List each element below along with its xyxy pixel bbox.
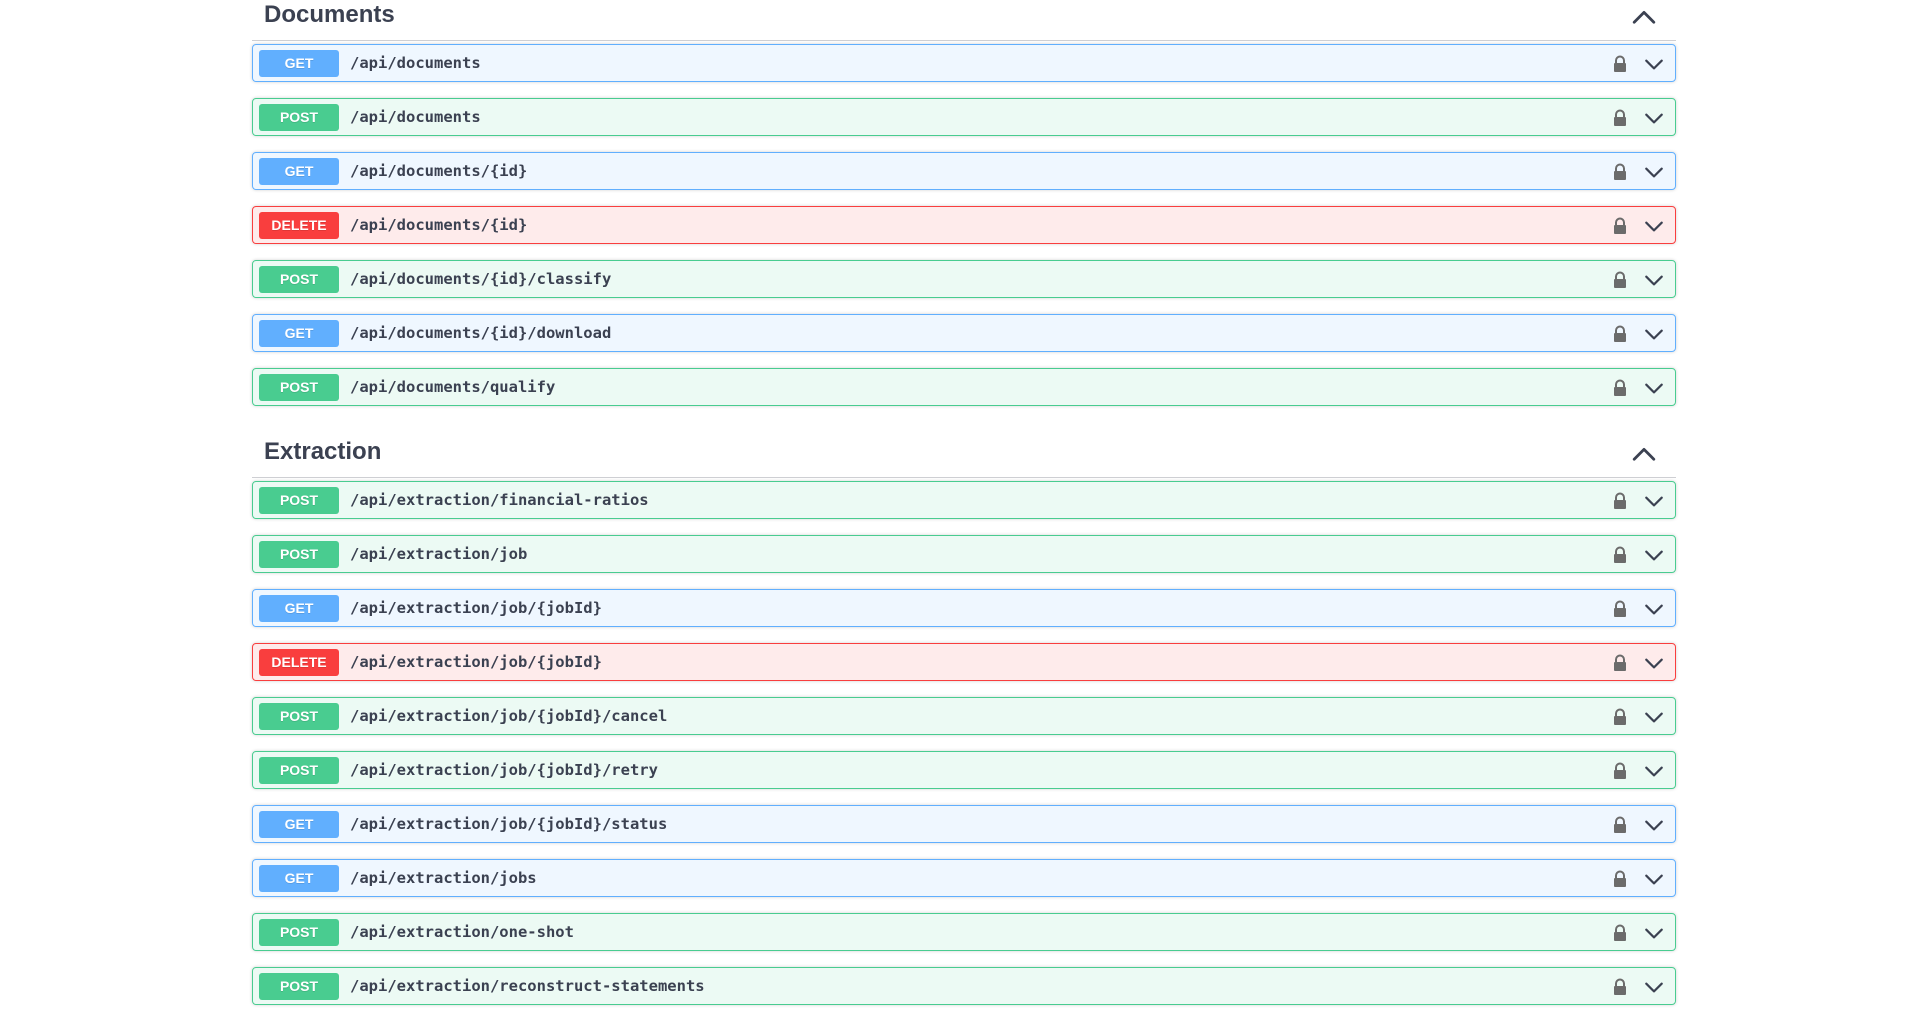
lock-icon[interactable] bbox=[1610, 54, 1630, 74]
method-badge: POST bbox=[259, 541, 339, 568]
lock-icon[interactable] bbox=[1610, 923, 1630, 943]
lock-icon[interactable] bbox=[1610, 707, 1630, 727]
lock-icon[interactable] bbox=[1610, 491, 1630, 511]
operation-path: /api/documents/{id} bbox=[350, 162, 528, 180]
operation-row-post[interactable]: POST/api/extraction/job bbox=[252, 535, 1676, 573]
chevron-down-icon[interactable] bbox=[1643, 377, 1665, 399]
operation-path: /api/documents/{id}/download bbox=[350, 324, 612, 342]
tag-title: Extraction bbox=[264, 438, 382, 465]
operation-path: /api/extraction/one-shot bbox=[350, 923, 574, 941]
chevron-down-icon[interactable] bbox=[1643, 976, 1665, 998]
method-badge: POST bbox=[259, 757, 339, 784]
chevron-down-icon[interactable] bbox=[1643, 490, 1665, 512]
chevron-down-icon[interactable] bbox=[1643, 544, 1665, 566]
operation-row-get[interactable]: GET/api/extraction/job/{jobId} bbox=[252, 589, 1676, 627]
chevron-up-icon[interactable] bbox=[1630, 441, 1658, 469]
tag-section-documents: Documents GET/api/documents POST/api/docum… bbox=[252, 0, 1676, 422]
operation-row-post[interactable]: POST/api/extraction/financial-ratios bbox=[252, 481, 1676, 519]
operation-row-get[interactable]: GET/api/extraction/job/{jobId}/status bbox=[252, 805, 1676, 843]
chevron-down-icon[interactable] bbox=[1643, 598, 1665, 620]
lock-icon[interactable] bbox=[1610, 653, 1630, 673]
operation-row-get[interactable]: GET/api/documents/{id}/download bbox=[252, 314, 1676, 352]
operation-row-post[interactable]: POST/api/documents/qualify bbox=[252, 368, 1676, 406]
chevron-down-icon[interactable] bbox=[1643, 868, 1665, 890]
operation-row-post[interactable]: POST/api/extraction/one-shot bbox=[252, 913, 1676, 951]
operation-path: /api/extraction/job/{jobId} bbox=[350, 599, 602, 617]
method-badge: DELETE bbox=[259, 649, 339, 676]
lock-icon[interactable] bbox=[1610, 545, 1630, 565]
lock-icon[interactable] bbox=[1610, 162, 1630, 182]
lock-icon[interactable] bbox=[1610, 869, 1630, 889]
chevron-down-icon[interactable] bbox=[1643, 107, 1665, 129]
operation-path: /api/extraction/job/{jobId}/retry bbox=[350, 761, 658, 779]
chevron-down-icon[interactable] bbox=[1643, 706, 1665, 728]
method-badge: POST bbox=[259, 703, 339, 730]
method-badge: GET bbox=[259, 595, 339, 622]
lock-icon[interactable] bbox=[1610, 270, 1630, 290]
operation-path: /api/extraction/jobs bbox=[350, 869, 537, 887]
tag-header[interactable]: Documents bbox=[252, 0, 1676, 41]
method-badge: POST bbox=[259, 919, 339, 946]
method-badge: GET bbox=[259, 50, 339, 77]
operation-path: /api/documents bbox=[350, 108, 481, 126]
chevron-down-icon[interactable] bbox=[1643, 323, 1665, 345]
swagger-operations-list: Documents GET/api/documents POST/api/docum… bbox=[0, 0, 1920, 1018]
operation-row-delete[interactable]: DELETE/api/extraction/job/{jobId} bbox=[252, 643, 1676, 681]
chevron-down-icon[interactable] bbox=[1643, 215, 1665, 237]
lock-icon[interactable] bbox=[1610, 815, 1630, 835]
chevron-down-icon[interactable] bbox=[1643, 53, 1665, 75]
operation-path: /api/documents/{id}/classify bbox=[350, 270, 612, 288]
chevron-down-icon[interactable] bbox=[1643, 760, 1665, 782]
operation-row-post[interactable]: POST/api/documents/{id}/classify bbox=[252, 260, 1676, 298]
operation-row-get[interactable]: GET/api/documents/{id} bbox=[252, 152, 1676, 190]
chevron-down-icon[interactable] bbox=[1643, 814, 1665, 836]
lock-icon[interactable] bbox=[1610, 216, 1630, 236]
chevron-up-icon[interactable] bbox=[1630, 4, 1658, 32]
operation-row-post[interactable]: POST/api/extraction/reconstruct-statemen… bbox=[252, 967, 1676, 1005]
chevron-down-icon[interactable] bbox=[1643, 161, 1665, 183]
method-badge: GET bbox=[259, 865, 339, 892]
operation-path: /api/extraction/reconstruct-statements bbox=[350, 977, 705, 995]
operation-path: /api/extraction/job/{jobId}/status bbox=[350, 815, 668, 833]
operation-path: /api/extraction/financial-ratios bbox=[350, 491, 649, 509]
tag-title: Documents bbox=[264, 1, 395, 28]
lock-icon[interactable] bbox=[1610, 378, 1630, 398]
method-badge: GET bbox=[259, 320, 339, 347]
operation-row-post[interactable]: POST/api/extraction/job/{jobId}/retry bbox=[252, 751, 1676, 789]
tag-section-extraction: Extraction POST/api/extraction/financial-… bbox=[252, 435, 1676, 1018]
operation-row-get[interactable]: GET/api/extraction/jobs bbox=[252, 859, 1676, 897]
operation-path: /api/extraction/job/{jobId}/cancel bbox=[350, 707, 668, 725]
method-badge: POST bbox=[259, 266, 339, 293]
operation-row-post[interactable]: POST/api/documents bbox=[252, 98, 1676, 136]
method-badge: POST bbox=[259, 973, 339, 1000]
operation-row-delete[interactable]: DELETE/api/documents/{id} bbox=[252, 206, 1676, 244]
method-badge: DELETE bbox=[259, 212, 339, 239]
lock-icon[interactable] bbox=[1610, 108, 1630, 128]
operation-path: /api/extraction/job bbox=[350, 545, 528, 563]
method-badge: GET bbox=[259, 811, 339, 838]
lock-icon[interactable] bbox=[1610, 761, 1630, 781]
method-badge: GET bbox=[259, 158, 339, 185]
lock-icon[interactable] bbox=[1610, 599, 1630, 619]
operation-path: /api/documents/{id} bbox=[350, 216, 528, 234]
chevron-down-icon[interactable] bbox=[1643, 652, 1665, 674]
operation-row-post[interactable]: POST/api/extraction/job/{jobId}/cancel bbox=[252, 697, 1676, 735]
method-badge: POST bbox=[259, 487, 339, 514]
operation-path: /api/extraction/job/{jobId} bbox=[350, 653, 602, 671]
operation-path: /api/documents bbox=[350, 54, 481, 72]
lock-icon[interactable] bbox=[1610, 977, 1630, 997]
tag-header[interactable]: Extraction bbox=[252, 435, 1676, 478]
operation-row-get[interactable]: GET/api/documents bbox=[252, 44, 1676, 82]
lock-icon[interactable] bbox=[1610, 324, 1630, 344]
chevron-down-icon[interactable] bbox=[1643, 269, 1665, 291]
chevron-down-icon[interactable] bbox=[1643, 922, 1665, 944]
method-badge: POST bbox=[259, 374, 339, 401]
method-badge: POST bbox=[259, 104, 339, 131]
operation-path: /api/documents/qualify bbox=[350, 378, 556, 396]
